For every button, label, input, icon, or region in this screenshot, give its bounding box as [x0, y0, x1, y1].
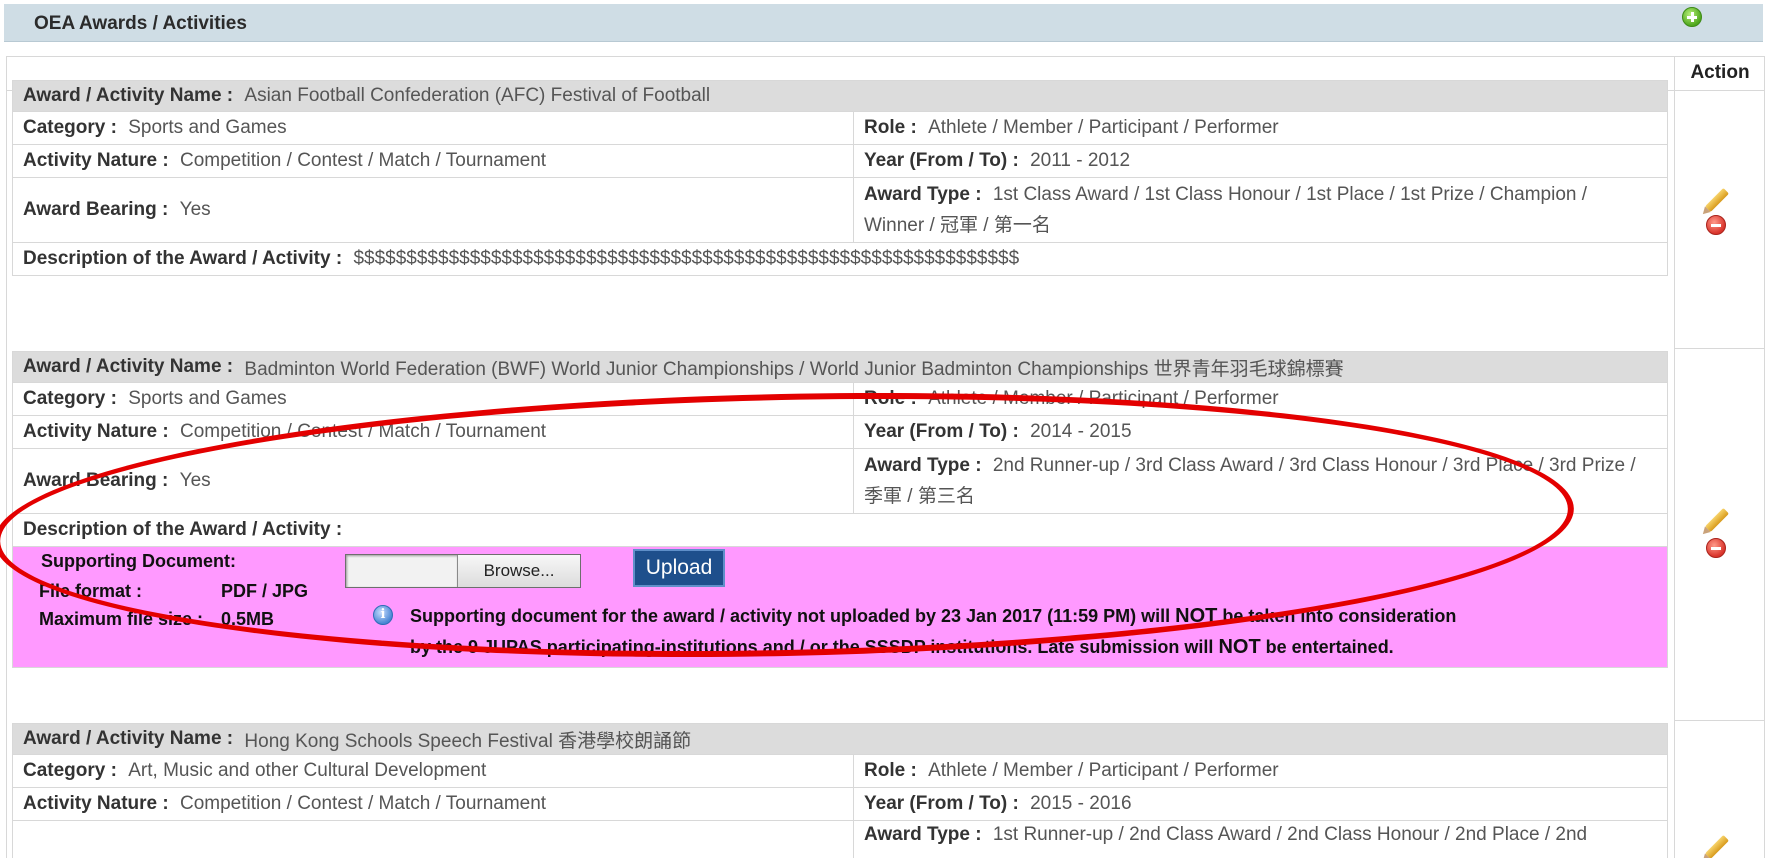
record-row: Activity Nature : Competition / Contest …: [12, 144, 1668, 178]
year-label: Year (From / To) :: [864, 150, 1025, 171]
role-value: Athlete / Member / Participant / Perform…: [928, 388, 1279, 409]
nature-label: Activity Nature :: [23, 793, 174, 814]
record-row: Category : Sports and Games Role : Athle…: [12, 382, 1668, 416]
browse-button[interactable]: Browse...: [458, 555, 580, 587]
info-icon: i: [373, 605, 393, 625]
type-label: Award Type :: [864, 824, 987, 845]
name-label: Award / Activity Name :: [23, 728, 239, 749]
record-name-row: Award / Activity Name : Badminton World …: [12, 351, 1668, 383]
notice-text: by the 9 JUPAS participating-institution…: [410, 637, 1219, 657]
file-input[interactable]: Browse...: [345, 554, 581, 588]
description-label: Description of the Award / Activity :: [23, 519, 348, 540]
notice-text: be taken into consideration: [1217, 606, 1457, 626]
description-value: $$$$$$$$$$$$$$$$$$$$$$$$$$$$$$$$$$$$$$$$…: [353, 248, 1020, 269]
category-value: Sports and Games: [128, 117, 287, 138]
supporting-doc-label: Supporting Document:: [41, 551, 236, 571]
category-value: Art, Music and other Cultural Developmen…: [128, 760, 487, 781]
delete-icon[interactable]: [1706, 538, 1726, 558]
record-name-row: Award / Activity Name : Asian Football C…: [12, 80, 1668, 112]
add-circle-icon[interactable]: [1682, 7, 1702, 27]
action-cell: [1674, 90, 1765, 349]
year-label: Year (From / To) :: [864, 793, 1025, 814]
record-row: Award Type : 1st Runner-up / 2nd Class A…: [12, 820, 1668, 858]
pencil-icon[interactable]: [1704, 507, 1730, 533]
max-size-value: 0.5MB: [221, 609, 275, 629]
nature-label: Activity Nature :: [23, 421, 174, 442]
action-column-header: Action: [1674, 56, 1765, 90]
description-label: Description of the Award / Activity :: [23, 248, 348, 269]
role-value: Athlete / Member / Participant / Perform…: [928, 117, 1279, 138]
year-label: Year (From / To) :: [864, 421, 1025, 442]
upload-button[interactable]: Upload: [633, 549, 725, 587]
section-title: OEA Awards / Activities: [34, 13, 247, 34]
record-row: Award Bearing : Yes Award Type : 2nd Run…: [12, 448, 1668, 514]
delete-icon[interactable]: [1706, 215, 1726, 235]
role-value: Athlete / Member / Participant / Perform…: [928, 760, 1279, 781]
nature-value: Competition / Contest / Match / Tourname…: [179, 793, 547, 814]
nature-label: Activity Nature :: [23, 150, 174, 171]
file-format-label: File format :: [39, 581, 143, 601]
action-cell: [1674, 349, 1765, 721]
max-size-label: Maximum file size :: [39, 609, 204, 629]
record-name-row: Award / Activity Name : Hong Kong School…: [12, 723, 1668, 755]
year-value: 2011 - 2012: [1030, 150, 1131, 171]
file-format-value: PDF / JPG: [221, 581, 309, 601]
name-label: Award / Activity Name :: [23, 85, 239, 106]
nature-value: Competition / Contest / Match / Tourname…: [179, 150, 547, 171]
role-label: Role :: [864, 117, 923, 138]
category-label: Category :: [23, 117, 123, 138]
notice-text: be entertained.: [1260, 637, 1394, 657]
category-label: Category :: [23, 388, 123, 409]
record-row: Activity Nature : Competition / Contest …: [12, 415, 1668, 449]
type-label: Award Type :: [864, 184, 987, 205]
record-row: Description of the Award / Activity :: [12, 513, 1668, 547]
role-label: Role :: [864, 388, 923, 409]
pencil-icon[interactable]: [1704, 187, 1730, 213]
upload-notice-line2: by the 9 JUPAS participating-institution…: [410, 636, 1394, 659]
type-value: 1st Runner-up / 2nd Class Award / 2nd Cl…: [992, 824, 1588, 845]
name-label: Award / Activity Name :: [23, 356, 239, 377]
nature-value: Competition / Contest / Match / Tourname…: [179, 421, 547, 442]
year-value: 2014 - 2015: [1030, 421, 1132, 442]
upload-panel: Supporting Document: File format : PDF /…: [12, 546, 1668, 668]
record-row: Award Bearing : Yes Award Type : 1st Cla…: [12, 177, 1668, 243]
record-row: Description of the Award / Activity : $$…: [12, 242, 1668, 276]
file-path-field[interactable]: [346, 555, 458, 587]
notice-text: Supporting document for the award / acti…: [410, 606, 1176, 626]
role-label: Role :: [864, 760, 923, 781]
category-label: Category :: [23, 760, 123, 781]
category-value: Sports and Games: [128, 388, 287, 409]
record-name: Badminton World Federation (BWF) World J…: [244, 358, 1344, 380]
section-header: OEA Awards / Activities: [4, 4, 1763, 42]
record-name: Asian Football Confederation (AFC) Festi…: [244, 85, 711, 106]
record-row: Category : Art, Music and other Cultural…: [12, 754, 1668, 788]
year-value: 2015 - 2016: [1030, 793, 1132, 814]
notice-emphasis: NOT: [1175, 605, 1218, 627]
bearing-value: Yes: [179, 470, 211, 491]
bearing-label: Award Bearing :: [23, 470, 174, 491]
record-row: Category : Sports and Games Role : Athle…: [12, 111, 1668, 145]
record-row: Activity Nature : Competition / Contest …: [12, 787, 1668, 821]
pencil-icon[interactable]: [1704, 834, 1730, 858]
bearing-value: Yes: [179, 199, 211, 220]
bearing-label: Award Bearing :: [23, 199, 174, 220]
notice-emphasis: NOT: [1218, 636, 1261, 658]
type-label: Award Type :: [864, 455, 987, 476]
upload-notice-line1: Supporting document for the award / acti…: [410, 605, 1456, 628]
action-cell: [1674, 721, 1765, 858]
record-name: Hong Kong Schools Speech Festival 香港學校朗誦…: [244, 730, 692, 752]
upload-row: Supporting Document: File format : PDF /…: [12, 546, 1668, 670]
